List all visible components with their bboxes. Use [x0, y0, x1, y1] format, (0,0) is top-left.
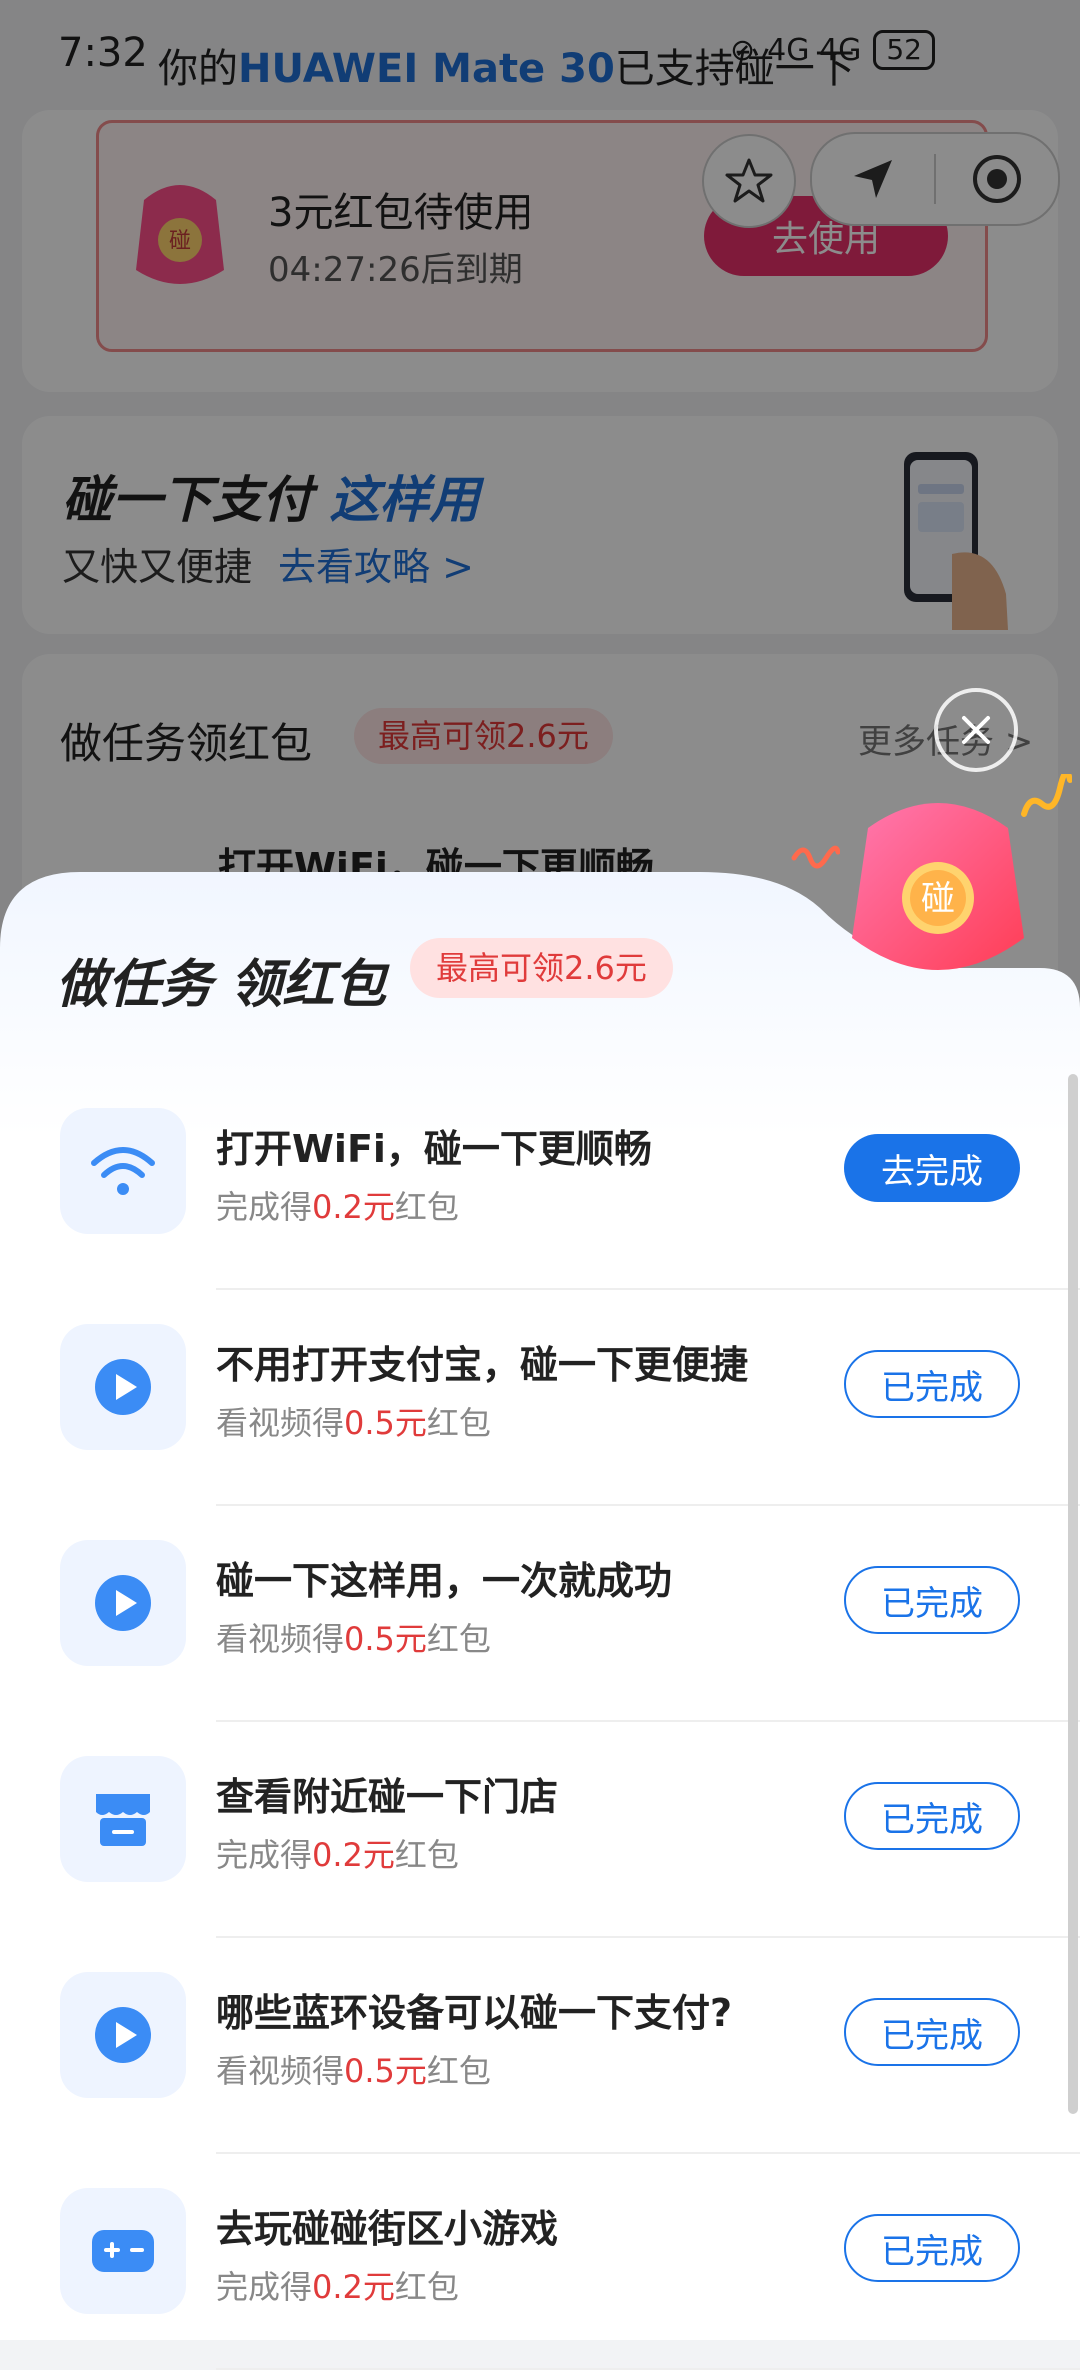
- reward-suffix: 红包: [394, 1188, 459, 1226]
- task-icon-container: [60, 1972, 186, 2098]
- task-title: 碰一下这样用，一次就成功: [216, 1559, 673, 1603]
- store-icon: [96, 1794, 150, 1846]
- reward-prefix: 完成得: [216, 2268, 313, 2306]
- sheet-title: 做任务 领红包: [56, 955, 387, 1015]
- reward-amount: 0.5元: [344, 1404, 427, 1442]
- task-row[interactable]: 不用打开支付宝，碰一下更便捷 看视频得0.5元红包 已完成: [0, 1290, 1080, 1506]
- task-reward: 看视频得0.5元红包: [216, 1614, 491, 1660]
- task-reward: 完成得0.2元红包: [216, 1830, 459, 1876]
- task-sheet: 碰 做任务 领红包 最高可领2.6元 打开WiFi，碰一下更顺畅 完成得0.2元…: [0, 774, 1080, 2370]
- task-row[interactable]: 查看附近碰一下门店 完成得0.2元红包 已完成: [0, 1722, 1080, 1938]
- play-icon: [95, 2007, 151, 2063]
- task-title: 查看附近碰一下门店: [216, 1775, 559, 1819]
- task-row[interactable]: 碰一下这样用，一次就成功 看视频得0.5元红包 已完成: [0, 1506, 1080, 1722]
- complete-task-button[interactable]: 去完成: [844, 1134, 1020, 1202]
- reward-suffix: 红包: [426, 1620, 491, 1658]
- task-title: 去玩碰碰街区小游戏: [216, 2207, 559, 2251]
- reward-prefix: 看视频得: [216, 1404, 345, 1442]
- play-icon: [95, 1359, 151, 1415]
- reward-suffix: 红包: [394, 1836, 459, 1874]
- task-row[interactable]: 打开WiFi，碰一下更顺畅 完成得0.2元红包 去完成: [0, 1074, 1080, 1290]
- task-title: 哪些蓝环设备可以碰一下支付?: [216, 1991, 733, 2035]
- task-row[interactable]: 去玩碰碰街区小游戏 完成得0.2元红包 已完成: [0, 2154, 1080, 2370]
- reward-suffix: 红包: [426, 2052, 491, 2090]
- reward-amount: 0.5元: [344, 1620, 427, 1658]
- confetti-squiggle-icon: [791, 845, 840, 869]
- task-icon-container: [60, 1324, 186, 1450]
- task-icon-container: [60, 1108, 186, 1234]
- hero-bag-label: 碰: [921, 879, 955, 919]
- task-row[interactable]: 哪些蓝环设备可以碰一下支付? 看视频得0.5元红包 已完成: [0, 1938, 1080, 2154]
- task-reward: 完成得0.2元红包: [216, 2262, 459, 2308]
- task-completed-button[interactable]: 已完成: [844, 1782, 1020, 1850]
- sheet-max-reward-badge: 最高可领2.6元: [410, 938, 673, 998]
- task-reward: 看视频得0.5元红包: [216, 2046, 491, 2092]
- task-title: 不用打开支付宝，碰一下更便捷: [216, 1343, 749, 1387]
- task-reward: 看视频得0.5元红包: [216, 1398, 491, 1444]
- reward-suffix: 红包: [426, 1404, 491, 1442]
- reward-suffix: 红包: [394, 2268, 459, 2306]
- play-icon: [95, 1575, 151, 1631]
- reward-prefix: 完成得: [216, 1836, 313, 1874]
- task-completed-button[interactable]: 已完成: [844, 1350, 1020, 1418]
- wifi-icon: [91, 1147, 155, 1195]
- task-completed-button[interactable]: 已完成: [844, 1998, 1020, 2066]
- reward-prefix: 完成得: [216, 1188, 313, 1226]
- reward-amount: 0.2元: [312, 2268, 395, 2306]
- reward-amount: 0.5元: [344, 2052, 427, 2090]
- task-title: 打开WiFi，碰一下更顺畅: [216, 1127, 652, 1171]
- red-packet-bag-icon: 碰: [852, 803, 1024, 970]
- close-modal-button[interactable]: [934, 688, 1018, 772]
- task-icon-container: [60, 1540, 186, 1666]
- reward-prefix: 看视频得: [216, 2052, 345, 2090]
- gamepad-icon: [92, 2230, 154, 2272]
- task-icon-container: [60, 1756, 186, 1882]
- task-completed-button[interactable]: 已完成: [844, 2214, 1020, 2282]
- reward-amount: 0.2元: [312, 1188, 395, 1226]
- task-icon-container: [60, 2188, 186, 2314]
- reward-prefix: 看视频得: [216, 1620, 345, 1658]
- reward-amount: 0.2元: [312, 1836, 395, 1874]
- task-reward: 完成得0.2元红包: [216, 1182, 459, 1228]
- close-icon: [962, 716, 990, 744]
- scrollbar[interactable]: [1068, 1074, 1078, 2114]
- task-completed-button[interactable]: 已完成: [844, 1566, 1020, 1634]
